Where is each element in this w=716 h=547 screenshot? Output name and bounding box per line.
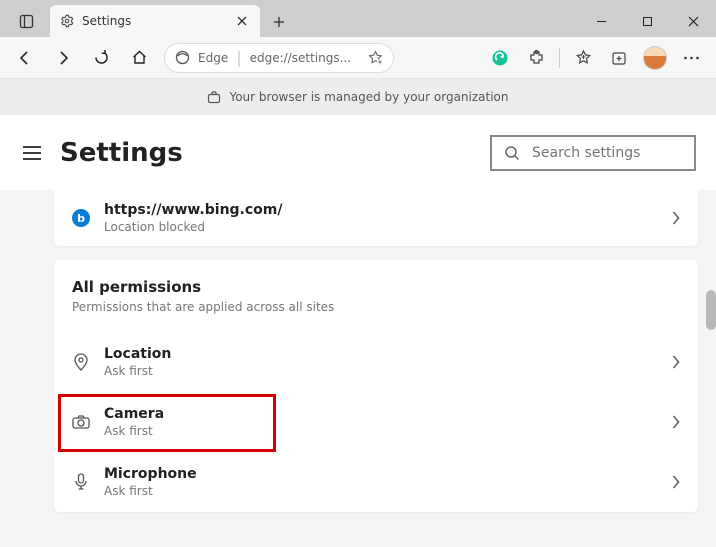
search-icon xyxy=(504,145,520,161)
gear-icon xyxy=(60,14,74,28)
minimize-button[interactable] xyxy=(578,5,624,37)
permission-row-microphone[interactable]: Microphone Ask first xyxy=(54,452,698,512)
all-permissions-title: All permissions xyxy=(72,278,680,296)
permission-title: Microphone xyxy=(104,466,658,482)
all-permissions-card: All permissions Permissions that are app… xyxy=(54,260,698,512)
refresh-button[interactable] xyxy=(84,41,118,75)
page-title: Settings xyxy=(60,138,474,168)
permission-status: Ask first xyxy=(104,364,658,378)
collections-button[interactable] xyxy=(602,41,636,75)
search-settings-box[interactable] xyxy=(490,135,696,171)
chevron-right-icon xyxy=(672,415,680,429)
favorites-button[interactable] xyxy=(566,41,600,75)
window-controls xyxy=(578,5,716,37)
maximize-button[interactable] xyxy=(624,5,670,37)
recent-activity-card: b https://www.bing.com/ Location blocked xyxy=(54,190,698,246)
browser-tab-settings[interactable]: Settings xyxy=(50,5,260,37)
tab-close-button[interactable] xyxy=(234,13,250,29)
home-button[interactable] xyxy=(122,41,156,75)
back-button[interactable] xyxy=(8,41,42,75)
tab-actions-button[interactable] xyxy=(8,5,44,37)
briefcase-icon xyxy=(207,90,221,104)
more-button[interactable] xyxy=(674,41,708,75)
camera-icon xyxy=(72,413,90,431)
permission-row-location[interactable]: Location Ask first xyxy=(54,332,698,392)
permission-status: Ask first xyxy=(104,424,658,438)
address-engine: Edge xyxy=(198,51,228,65)
location-icon xyxy=(72,353,90,371)
permission-title: Camera xyxy=(104,406,658,422)
profile-button[interactable] xyxy=(638,41,672,75)
tab-title: Settings xyxy=(82,14,226,28)
new-tab-button[interactable] xyxy=(264,7,294,37)
browser-toolbar: Edge | edge://settings... xyxy=(0,37,716,79)
org-banner-text: Your browser is managed by your organiza… xyxy=(229,90,508,104)
permission-row-camera[interactable]: Camera Ask first xyxy=(54,392,698,452)
recent-site-row[interactable]: b https://www.bing.com/ Location blocked xyxy=(54,190,698,246)
settings-content[interactable]: b https://www.bing.com/ Location blocked… xyxy=(0,190,716,547)
search-input[interactable] xyxy=(532,145,706,161)
grammarly-extension-icon[interactable] xyxy=(483,41,517,75)
permission-title: Location xyxy=(104,346,658,362)
avatar-icon xyxy=(643,46,667,70)
tab-strip: Settings xyxy=(0,0,294,37)
settings-header: Settings xyxy=(0,115,716,190)
all-permissions-subtitle: Permissions that are applied across all … xyxy=(72,300,680,314)
permission-status: Ask first xyxy=(104,484,658,498)
address-url: edge://settings... xyxy=(250,51,360,65)
recent-site-url: https://www.bing.com/ xyxy=(104,202,658,218)
edge-logo-icon xyxy=(175,50,190,65)
address-bar[interactable]: Edge | edge://settings... xyxy=(164,43,394,73)
chevron-right-icon xyxy=(672,475,680,489)
close-window-button[interactable] xyxy=(670,5,716,37)
menu-button[interactable] xyxy=(20,141,44,165)
extensions-button[interactable] xyxy=(519,41,553,75)
chevron-right-icon xyxy=(672,355,680,369)
window-titlebar: Settings xyxy=(0,0,716,37)
org-managed-banner: Your browser is managed by your organiza… xyxy=(0,79,716,115)
scrollbar-thumb[interactable] xyxy=(706,290,716,330)
microphone-icon xyxy=(72,473,90,491)
chevron-right-icon xyxy=(672,211,680,225)
favorite-add-icon[interactable] xyxy=(368,50,383,65)
recent-site-status: Location blocked xyxy=(104,220,658,234)
forward-button[interactable] xyxy=(46,41,80,75)
bing-icon: b xyxy=(72,209,90,227)
